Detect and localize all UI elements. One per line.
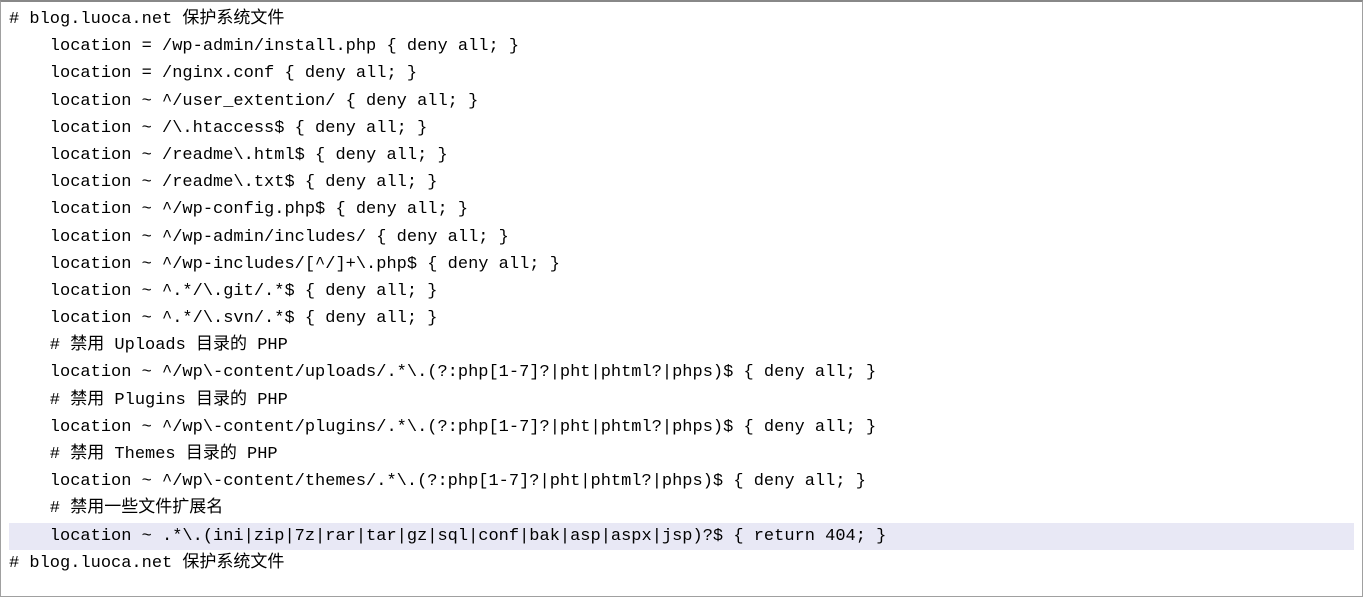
code-line[interactable]: location ~ ^/user_extention/ { deny all;… [9,88,1354,115]
code-line[interactable]: location ~ ^/wp\-content/uploads/.*\.(?:… [9,359,1354,386]
code-line[interactable]: location ~ /readme\.txt$ { deny all; } [9,169,1354,196]
code-line[interactable]: # blog.luoca.net 保护系统文件 [9,6,1354,33]
code-line[interactable]: location = /nginx.conf { deny all; } [9,60,1354,87]
code-line[interactable]: location ~ ^/wp-config.php$ { deny all; … [9,196,1354,223]
code-line[interactable]: location ~ ^/wp-includes/[^/]+\.php$ { d… [9,251,1354,278]
code-line[interactable]: location ~ .*\.(ini|zip|7z|rar|tar|gz|sq… [9,523,1354,550]
code-line[interactable]: # blog.luoca.net 保护系统文件 [9,550,1354,577]
code-line[interactable]: location ~ /\.htaccess$ { deny all; } [9,115,1354,142]
code-line[interactable]: location ~ ^/wp\-content/themes/.*\.(?:p… [9,468,1354,495]
code-editor[interactable]: # blog.luoca.net 保护系统文件 location = /wp-a… [0,0,1363,597]
code-line[interactable]: location ~ /readme\.html$ { deny all; } [9,142,1354,169]
code-line[interactable]: location ~ ^/wp\-content/plugins/.*\.(?:… [9,414,1354,441]
editor-content[interactable]: # blog.luoca.net 保护系统文件 location = /wp-a… [1,2,1362,581]
code-line[interactable]: # 禁用 Plugins 目录的 PHP [9,387,1354,414]
code-line[interactable]: # 禁用 Themes 目录的 PHP [9,441,1354,468]
code-line[interactable]: # 禁用一些文件扩展名 [9,495,1354,522]
code-line[interactable]: location ~ ^/wp-admin/includes/ { deny a… [9,224,1354,251]
code-line[interactable]: location ~ ^.*/\.svn/.*$ { deny all; } [9,305,1354,332]
code-line[interactable]: location = /wp-admin/install.php { deny … [9,33,1354,60]
code-line[interactable]: location ~ ^.*/\.git/.*$ { deny all; } [9,278,1354,305]
code-line[interactable]: # 禁用 Uploads 目录的 PHP [9,332,1354,359]
